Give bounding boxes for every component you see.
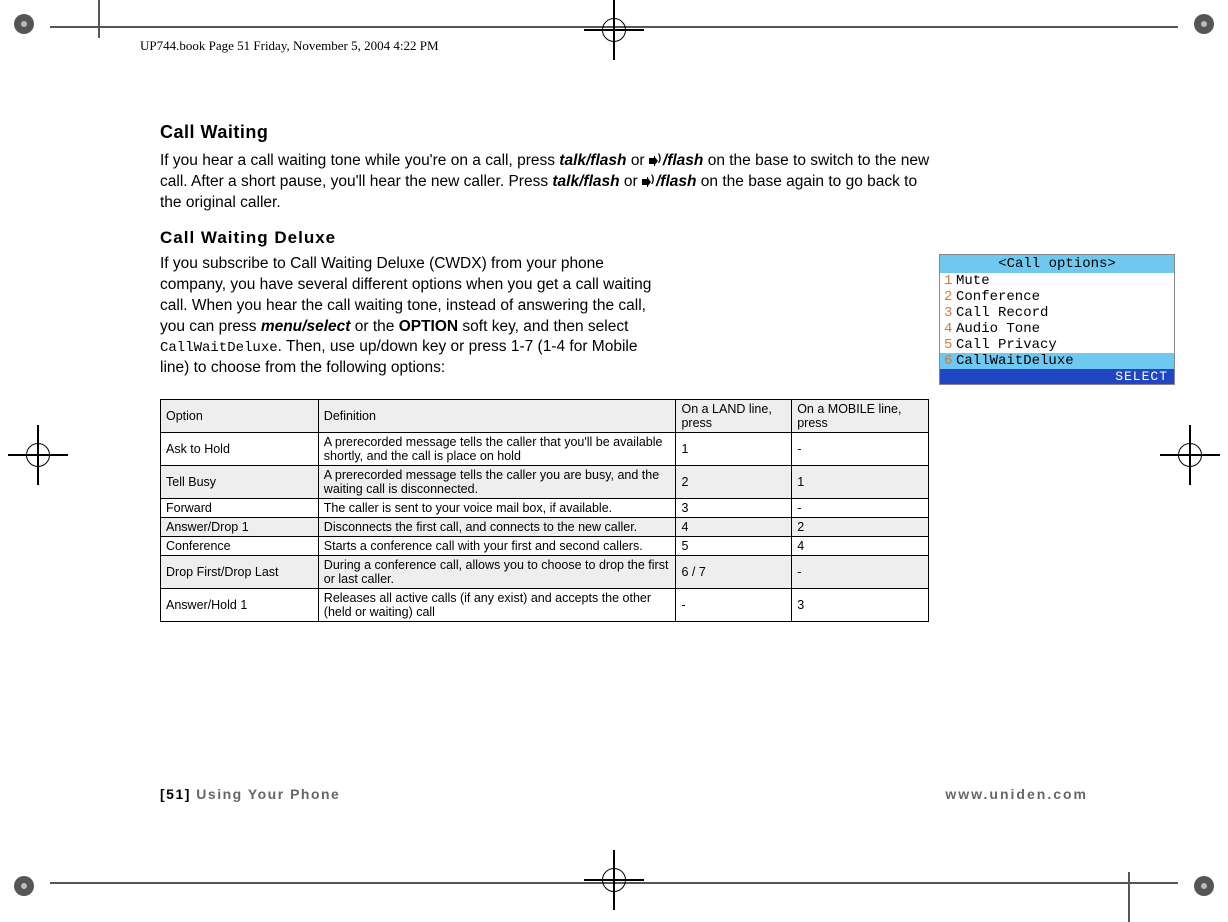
lcd-menu-row: 5Call Privacy bbox=[940, 337, 1174, 353]
lcd-menu-row: 1Mute bbox=[940, 273, 1174, 289]
row-number: 5 bbox=[944, 337, 956, 353]
para-call-waiting: If you hear a call waiting tone while yo… bbox=[160, 151, 930, 214]
key-menu-select: menu/select bbox=[261, 318, 351, 335]
crop-mark-top-right bbox=[1194, 14, 1214, 34]
cell-mobile: 4 bbox=[792, 537, 929, 556]
row-label: Audio Tone bbox=[956, 321, 1040, 337]
cell-mobile: - bbox=[792, 556, 929, 589]
table-row: ForwardThe caller is sent to your voice … bbox=[161, 499, 929, 518]
table-row: Ask to HoldA prerecorded message tells t… bbox=[161, 433, 929, 466]
page-footer: [51] Using Your Phone www.uniden.com bbox=[160, 786, 1088, 802]
lcd-menu-row: 3Call Record bbox=[940, 305, 1174, 321]
cell-mobile: 2 bbox=[792, 518, 929, 537]
text: or the bbox=[355, 318, 399, 335]
cell-option: Ask to Hold bbox=[161, 433, 319, 466]
cell-mobile: 1 bbox=[792, 466, 929, 499]
cell-option: Conference bbox=[161, 537, 319, 556]
registration-mark-bottom bbox=[584, 850, 644, 910]
cell-land: 5 bbox=[676, 537, 792, 556]
cell-option: Drop First/Drop Last bbox=[161, 556, 319, 589]
footer-page-number: [51] bbox=[160, 786, 196, 802]
options-table: Option Definition On a LAND line, press … bbox=[160, 399, 929, 622]
text: soft key, and then select bbox=[462, 318, 628, 335]
heading-cwdx: Call Waiting Deluxe bbox=[160, 228, 930, 248]
lcd-menu-row: 2Conference bbox=[940, 289, 1174, 305]
cell-option: Tell Busy bbox=[161, 466, 319, 499]
cell-option: Answer/Hold 1 bbox=[161, 589, 319, 622]
th-option: Option bbox=[161, 400, 319, 433]
text: or bbox=[624, 173, 642, 190]
row-number: 1 bbox=[944, 273, 956, 289]
cell-definition: Starts a conference call with your first… bbox=[318, 537, 676, 556]
th-land: On a LAND line, press bbox=[676, 400, 792, 433]
lcd-menu-row: 4Audio Tone bbox=[940, 321, 1174, 337]
th-mobile: On a MOBILE line, press bbox=[792, 400, 929, 433]
text: If you hear a call waiting tone while yo… bbox=[160, 152, 559, 169]
cell-mobile: - bbox=[792, 433, 929, 466]
top-tick bbox=[98, 0, 100, 38]
cell-definition: A prerecorded message tells the caller y… bbox=[318, 466, 676, 499]
para-cwdx: If you subscribe to Call Waiting Deluxe … bbox=[160, 254, 670, 380]
footer-page: [51] Using Your Phone bbox=[160, 786, 340, 802]
page-header: UP744.book Page 51 Friday, November 5, 2… bbox=[140, 38, 439, 54]
key-flash: /flash bbox=[663, 152, 703, 169]
lcd-title: <Call options> bbox=[940, 255, 1174, 273]
row-number: 3 bbox=[944, 305, 956, 321]
registration-mark-top bbox=[584, 0, 644, 60]
cell-mobile: 3 bbox=[792, 589, 929, 622]
table-row: ConferenceStarts a conference call with … bbox=[161, 537, 929, 556]
crop-mark-bottom-left bbox=[14, 876, 34, 896]
phone-lcd-screenshot: <Call options> 1Mute 2Conference 3Call R… bbox=[939, 254, 1175, 386]
lcd-softkey: SELECT bbox=[940, 369, 1174, 384]
registration-mark-left bbox=[8, 425, 68, 485]
cell-option: Forward bbox=[161, 499, 319, 518]
speaker-icon bbox=[649, 156, 663, 166]
page-content: Call Waiting If you hear a call waiting … bbox=[160, 122, 930, 622]
speaker-icon bbox=[642, 177, 656, 187]
table-header-row: Option Definition On a LAND line, press … bbox=[161, 400, 929, 433]
th-definition: Definition bbox=[318, 400, 676, 433]
row-label: Mute bbox=[956, 273, 990, 289]
heading-call-waiting: Call Waiting bbox=[160, 122, 930, 143]
row-label: Conference bbox=[956, 289, 1040, 305]
cell-definition: Disconnects the first call, and connects… bbox=[318, 518, 676, 537]
cell-land: 1 bbox=[676, 433, 792, 466]
table-row: Answer/Hold 1Releases all active calls (… bbox=[161, 589, 929, 622]
footer-url: www.uniden.com bbox=[945, 786, 1088, 802]
key-talk-flash: talk/flash bbox=[552, 173, 619, 190]
cwdx-row: If you subscribe to Call Waiting Deluxe … bbox=[160, 254, 930, 380]
crop-mark-top-left bbox=[14, 14, 34, 34]
table-row: Drop First/Drop LastDuring a conference … bbox=[161, 556, 929, 589]
cell-land: 2 bbox=[676, 466, 792, 499]
text: or bbox=[631, 152, 649, 169]
row-label: CallWaitDeluxe bbox=[956, 353, 1074, 369]
key-talk-flash: talk/flash bbox=[559, 152, 626, 169]
cell-definition: During a conference call, allows you to … bbox=[318, 556, 676, 589]
footer-page-title: Using Your Phone bbox=[196, 786, 340, 802]
table-row: Answer/Drop 1 Disconnects the first call… bbox=[161, 518, 929, 537]
bottom-tick bbox=[1128, 872, 1130, 922]
cell-option: Answer/Drop 1 bbox=[161, 518, 319, 537]
row-number: 4 bbox=[944, 321, 956, 337]
softkey-option: OPTION bbox=[399, 318, 458, 335]
cell-mobile: - bbox=[792, 499, 929, 518]
row-number: 2 bbox=[944, 289, 956, 305]
table-row: Tell Busy A prerecorded message tells th… bbox=[161, 466, 929, 499]
cell-land: 4 bbox=[676, 518, 792, 537]
registration-mark-right bbox=[1160, 425, 1220, 485]
lcd-menu-row-selected: 6CallWaitDeluxe bbox=[940, 353, 1174, 369]
cell-definition: The caller is sent to your voice mail bo… bbox=[318, 499, 676, 518]
row-number: 6 bbox=[944, 353, 956, 369]
cell-definition: A prerecorded message tells the caller t… bbox=[318, 433, 676, 466]
cell-land: 6 / 7 bbox=[676, 556, 792, 589]
cell-land: 3 bbox=[676, 499, 792, 518]
menu-item-name: CallWaitDeluxe bbox=[160, 340, 278, 356]
cell-definition: Releases all active calls (if any exist)… bbox=[318, 589, 676, 622]
cell-land: - bbox=[676, 589, 792, 622]
row-label: Call Privacy bbox=[956, 337, 1057, 353]
row-label: Call Record bbox=[956, 305, 1048, 321]
crop-mark-bottom-right bbox=[1194, 876, 1214, 896]
key-flash: /flash bbox=[656, 173, 696, 190]
